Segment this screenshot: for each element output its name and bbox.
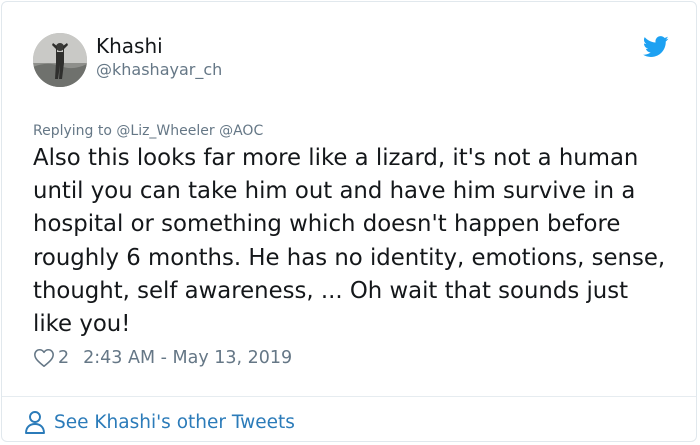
author-handle[interactable]: @khashayar_ch	[96, 59, 222, 81]
see-other-tweets-link[interactable]: See Khashi's other Tweets	[24, 408, 295, 436]
heart-outline-icon[interactable]	[33, 347, 55, 369]
person-glyph	[25, 411, 45, 434]
mention-link[interactable]: @AOC	[219, 123, 263, 139]
twitter-bird-icon[interactable]	[642, 36, 669, 58]
mention-link[interactable]: @Liz_Wheeler	[116, 123, 214, 139]
see-other-tweets-label: See Khashi's other Tweets	[54, 411, 295, 433]
replying-prefix: Replying to	[33, 123, 112, 139]
avatar[interactable]	[33, 33, 87, 87]
tweet-meta: 2 2:43 AM - May 13, 2019	[33, 345, 292, 371]
heart-glyph	[34, 348, 54, 368]
author-name[interactable]: Khashi	[96, 33, 163, 59]
tweet-text: Also this looks far more like a lizard, …	[33, 145, 666, 338]
avatar-photo	[33, 33, 87, 87]
tweet-timestamp[interactable]: 2:43 AM - May 13, 2019	[83, 348, 292, 368]
twitter-bird-glyph	[642, 36, 669, 57]
replying-to-line: Replying to @Liz_Wheeler @AOC	[33, 121, 263, 141]
tweet-card: Khashi @khashayar_ch Replying to @Liz_Wh…	[1, 1, 697, 442]
divider	[2, 396, 696, 397]
person-outline-icon	[24, 410, 46, 434]
like-count: 2	[58, 348, 70, 368]
